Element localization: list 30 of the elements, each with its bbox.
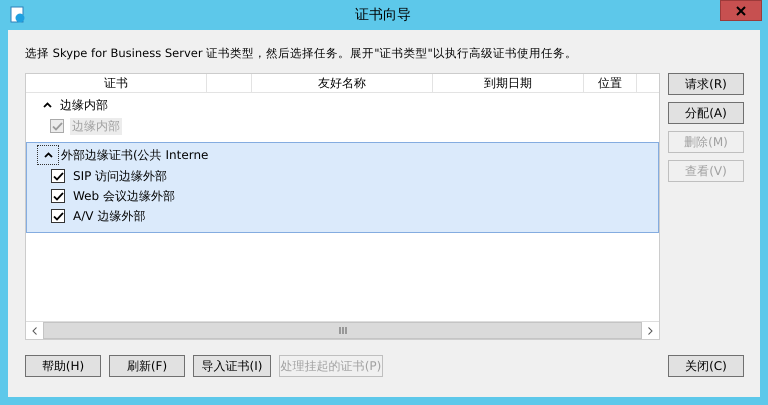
certificate-label: SIP 访问边缘外部 xyxy=(72,168,168,184)
footer-button[interactable]: 刷新(F) xyxy=(109,355,185,377)
certificate-group[interactable]: 外部边缘证书(公共 Interne SIP 访问边缘外部 Web 会议边缘外部 A/V 边缘外部 xyxy=(26,142,659,233)
instruction-text: 选择 Skype for Business Server 证书类型，然后选择任务。展开"证书类型"以执行高级证书使用任务。 xyxy=(25,46,578,62)
expand-toggle[interactable] xyxy=(37,145,59,165)
column-header[interactable]: 证书 xyxy=(26,74,207,92)
column-header[interactable]: 位置 xyxy=(584,74,637,92)
checkbox[interactable] xyxy=(51,189,65,203)
group-label: 边缘内部 xyxy=(60,96,108,114)
caret-icon xyxy=(42,102,52,108)
action-button[interactable]: 请求(R) xyxy=(668,73,744,95)
footer-button[interactable]: 帮助(H) xyxy=(25,355,101,377)
action-button[interactable]: 分配(A) xyxy=(668,102,744,124)
window-title: 证书向导 xyxy=(354,6,412,24)
scroll-right-icon[interactable] xyxy=(648,326,653,334)
column-header[interactable]: 友好名称 xyxy=(252,74,433,92)
footer-button[interactable]: 导入证书(I) xyxy=(193,355,271,377)
certificate-label: 边缘内部 xyxy=(70,118,122,134)
checkbox[interactable] xyxy=(51,169,65,183)
checkbox[interactable] xyxy=(51,209,65,223)
scroll-left-icon[interactable] xyxy=(32,326,37,334)
grip-icon xyxy=(338,327,346,334)
close-icon[interactable] xyxy=(720,0,762,21)
caret-icon xyxy=(44,152,52,158)
column-header[interactable]: 到期日期 xyxy=(433,74,584,92)
certificate-label: A/V 边缘外部 xyxy=(72,208,146,224)
certificate-label: Web 会议边缘外部 xyxy=(72,188,176,204)
app-icon xyxy=(10,6,26,24)
group-label: 外部边缘证书(公共 Interne xyxy=(61,146,208,164)
close-button[interactable]: 关闭(C) xyxy=(668,355,744,377)
